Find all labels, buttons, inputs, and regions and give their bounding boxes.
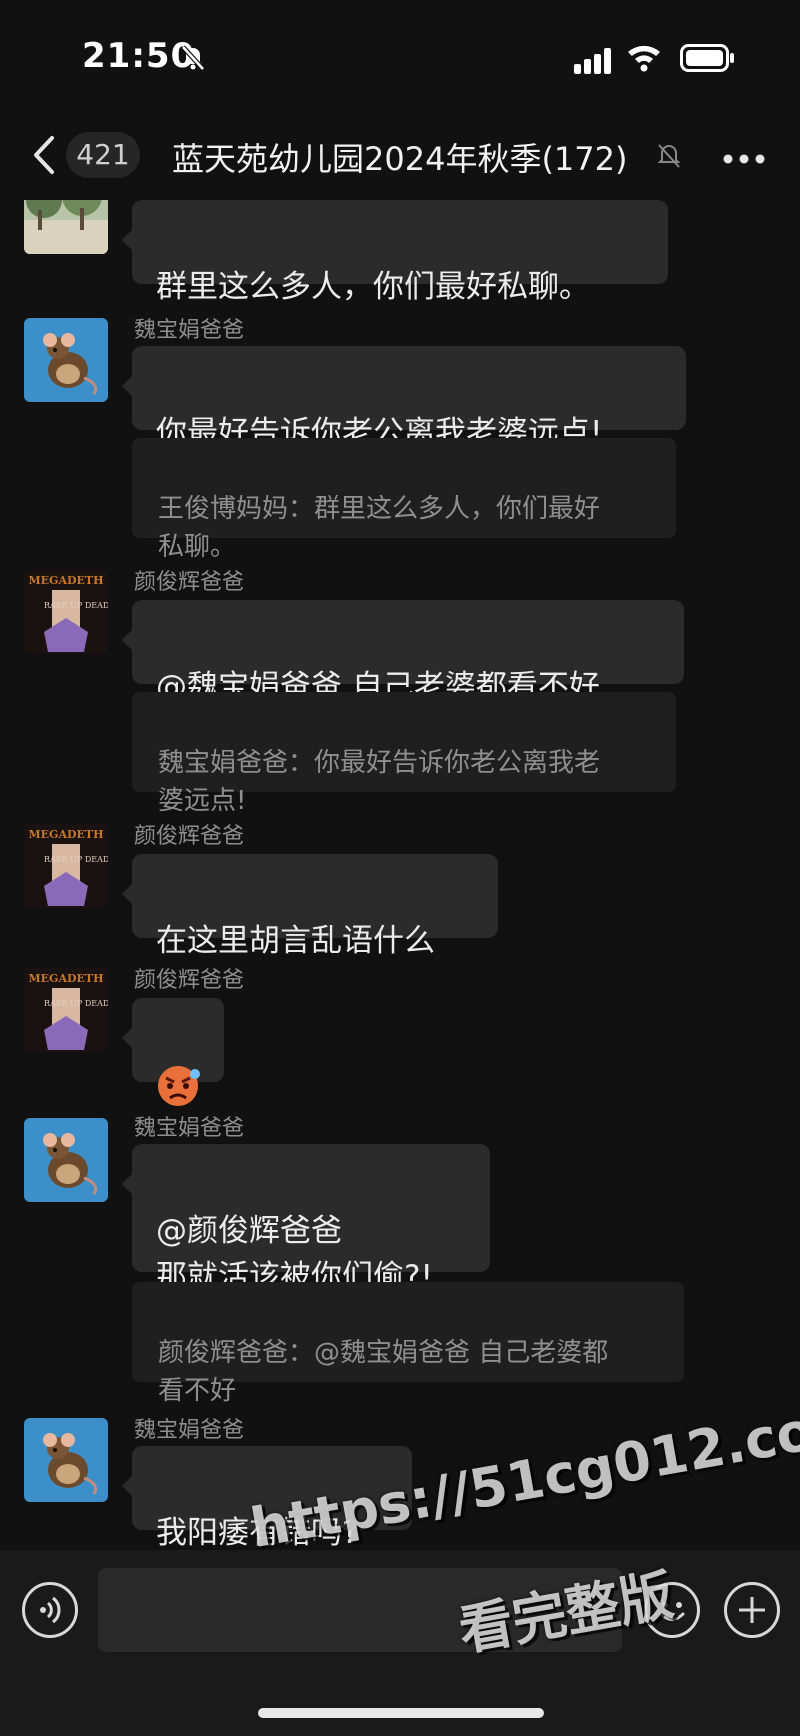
quote-text: 颜俊辉爸爸：@魏宝娟爸爸 自己老婆都 看不好: [158, 1338, 609, 1406]
chat-header: 421 蓝天苑幼儿园2024年秋季(172): [0, 110, 800, 200]
voice-icon: [40, 1596, 61, 1624]
message-text: 群里这么多人，你们最好私聊。: [156, 269, 590, 305]
sender-name: 颜俊辉爸爸: [134, 824, 245, 849]
avatar-wei-baojuan-dad[interactable]: [24, 318, 108, 402]
home-indicator[interactable]: [258, 1708, 544, 1718]
sender-name: 颜俊辉爸爸: [134, 570, 245, 595]
message-bubble[interactable]: 群里这么多人，你们最好私聊。: [122, 200, 668, 305]
back-button[interactable]: [30, 130, 60, 180]
more-options-button[interactable]: [722, 150, 766, 164]
voice-input-button[interactable]: [22, 1582, 78, 1638]
avatar-yan-junhui-dad[interactable]: MEGADETH RAKE UP DEAD: [24, 824, 108, 908]
svg-text:RAKE UP DEAD: RAKE UP DEAD: [44, 601, 108, 610]
svg-text:RAKE UP DEAD: RAKE UP DEAD: [44, 855, 108, 864]
svg-text:MEGADETH: MEGADETH: [29, 972, 104, 985]
svg-text:MEGADETH: MEGADETH: [29, 828, 104, 841]
mute-icon: [656, 140, 682, 174]
sender-name: 魏宝娟爸爸: [134, 1116, 245, 1141]
quoted-message[interactable]: 颜俊辉爸爸：@魏宝娟爸爸 自己老婆都 看不好: [132, 1282, 684, 1406]
plus-icon: [739, 1597, 765, 1623]
avatar-yan-junhui-dad[interactable]: MEGADETH RAKE UP DEAD: [24, 570, 108, 654]
avatar-wang-junbo-mom[interactable]: [24, 200, 108, 254]
sender-name: 颜俊辉爸爸: [134, 968, 245, 993]
quoted-message[interactable]: 王俊博妈妈：群里这么多人，你们最好 私聊。: [132, 438, 676, 562]
sender-name: 魏宝娟爸爸: [134, 1418, 245, 1443]
more-dots-icon: [723, 154, 765, 164]
avatar-wei-baojuan-dad[interactable]: [24, 1118, 108, 1202]
message-bubble[interactable]: 你最好告诉你老公离我老婆远点!: [122, 346, 686, 451]
avatar-yan-junhui-dad[interactable]: MEGADETH RAKE UP DEAD: [24, 968, 108, 1052]
chevron-left-icon: [34, 136, 54, 174]
message-text: 在这里胡言乱语什么: [156, 923, 435, 959]
signal-icon: [574, 48, 614, 78]
svg-text:RAKE UP DEAD: RAKE UP DEAD: [44, 999, 108, 1008]
quote-text: 王俊博妈妈：群里这么多人，你们最好 私聊。: [158, 494, 601, 562]
battery-icon: [680, 44, 736, 76]
wifi-icon: [626, 42, 662, 76]
bell-muted-icon: [178, 42, 208, 76]
message-list[interactable]: 群里这么多人，你们最好私聊。 魏宝娟爸爸 你最好告诉你老公离我老婆远点! 王俊博…: [0, 200, 800, 1550]
quote-text: 魏宝娟爸爸：你最好告诉你老公离我老 婆远点!: [158, 748, 601, 816]
message-bubble[interactable]: 在这里胡言乱语什么: [122, 854, 498, 959]
chat-title: 蓝天苑幼儿园2024年秋季(172): [172, 140, 628, 178]
sender-name: 魏宝娟爸爸: [134, 318, 245, 343]
quoted-message[interactable]: 魏宝娟爸爸：你最好告诉你老公离我老 婆远点!: [132, 692, 676, 816]
message-bubble[interactable]: @颜俊辉爸爸 那就活该被你们偷?!: [122, 1144, 490, 1295]
unread-count-badge[interactable]: 421: [66, 132, 140, 178]
status-bar: 21:50: [0, 0, 800, 110]
svg-text:MEGADETH: MEGADETH: [29, 574, 104, 587]
message-bubble[interactable]: [122, 998, 224, 1106]
input-bar: [0, 1550, 800, 1736]
more-actions-button[interactable]: [724, 1582, 780, 1638]
message-bubble[interactable]: @魏宝娟爸爸 自己老婆都看不好: [122, 600, 684, 705]
avatar-wei-baojuan-dad[interactable]: [24, 1418, 108, 1502]
